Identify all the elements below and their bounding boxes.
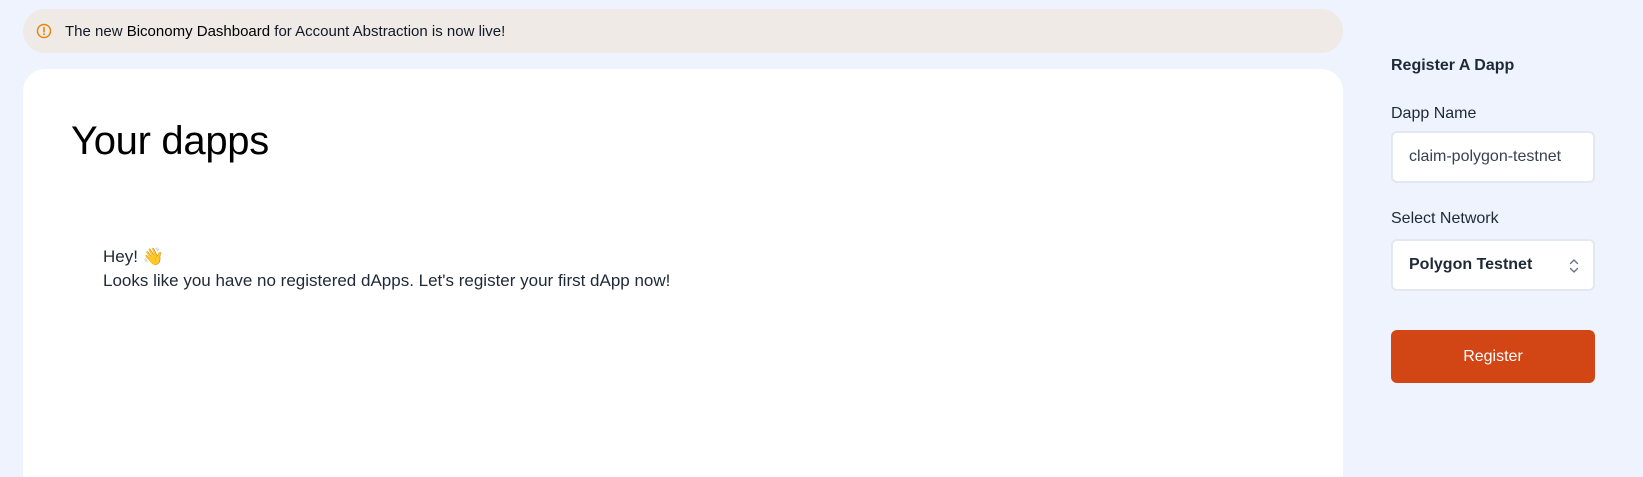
- register-button[interactable]: Register: [1391, 330, 1595, 383]
- empty-state-message: Looks like you have no registered dApps.…: [103, 271, 671, 290]
- page-title: Your dapps: [71, 119, 269, 163]
- network-select[interactable]: Polygon Testnet: [1391, 239, 1595, 291]
- dapp-name-input[interactable]: [1391, 131, 1595, 183]
- register-form-title: Register A Dapp: [1391, 57, 1515, 74]
- banner-text-prefix: The new: [65, 22, 127, 40]
- select-network-label: Select Network: [1391, 210, 1499, 227]
- banner-text-suffix: for Account Abstraction is now live!: [270, 22, 506, 40]
- announcement-banner: The new Biconomy Dashboard for Account A…: [23, 9, 1343, 53]
- empty-state: Hey! 👋 Looks like you have no registered…: [103, 245, 670, 293]
- empty-state-greeting: Hey! 👋: [103, 247, 164, 266]
- alert-circle-icon: [36, 23, 52, 39]
- page: The new Biconomy Dashboard for Account A…: [0, 0, 1643, 477]
- chevron-up-down-icon: [1568, 257, 1580, 275]
- dapps-card: Your dapps Hey! 👋 Looks like you have no…: [23, 69, 1343, 477]
- network-select-value: Polygon Testnet: [1409, 256, 1533, 273]
- biconomy-dashboard-link[interactable]: Biconomy Dashboard: [127, 23, 270, 40]
- dapp-name-label: Dapp Name: [1391, 105, 1477, 122]
